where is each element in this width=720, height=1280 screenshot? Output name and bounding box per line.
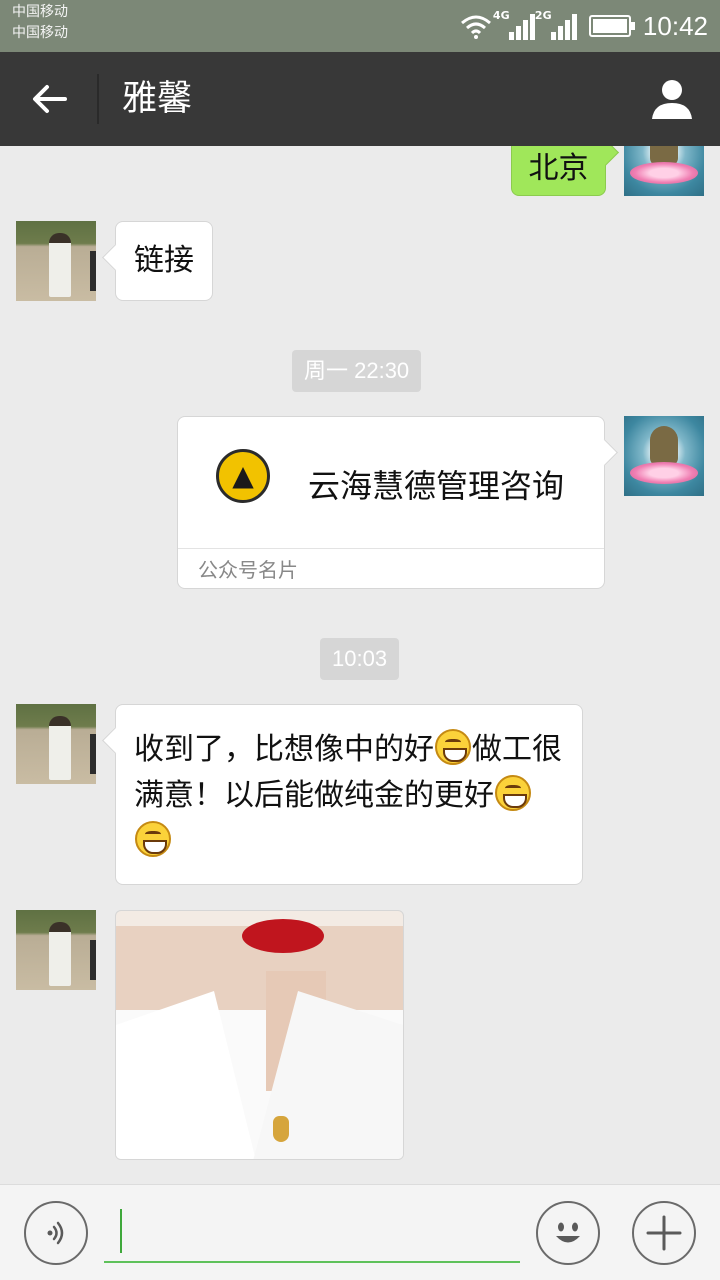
plus-icon [646, 1215, 682, 1251]
network-type-2: 2G [534, 9, 552, 22]
message-text: 收到了，比想像中的好 [134, 732, 434, 767]
received-photo[interactable] [115, 910, 404, 1160]
business-card-bubble[interactable]: ▲ 云海慧德管理咨询 公众号名片 [177, 416, 605, 589]
emoji-button[interactable] [536, 1201, 600, 1265]
contact-avatar[interactable] [16, 910, 96, 990]
status-bar: 中国移动 中国移动 4G 2G 10:42 [0, 0, 720, 52]
back-button[interactable] [20, 70, 78, 128]
carrier-info: 中国移动 中国移动 [12, 2, 68, 44]
status-icons: 4G 2G 10:42 [459, 0, 708, 52]
grin-emoji-icon [135, 821, 171, 857]
carrier-name-2: 中国移动 [12, 25, 68, 41]
own-avatar[interactable] [624, 416, 704, 496]
received-message-bubble[interactable]: 链接 [115, 221, 213, 301]
smiley-icon [556, 1222, 580, 1243]
company-logo: ▲ [216, 449, 270, 503]
chat-title: 雅馨 [122, 79, 193, 119]
card-type-label: 公众号名片 [178, 548, 604, 590]
photo-lips [242, 919, 324, 953]
grin-emoji-icon [495, 775, 531, 811]
person-icon [652, 80, 692, 119]
wifi-icon [460, 15, 491, 39]
nav-bar: 雅馨 [0, 52, 720, 146]
timestamp: 10:03 [320, 638, 400, 680]
battery-icon [588, 15, 635, 37]
received-message-bubble[interactable]: 收到了，比想像中的好 做工很满意！以后能做纯金的更好 [115, 704, 583, 885]
chat-area[interactable]: 北京 链接 周一 22:30 ▲ 云海慧德管理咨询 公众号名片 10:03 收到… [0, 146, 720, 1184]
more-button[interactable] [632, 1201, 696, 1265]
text-caret [120, 1209, 122, 1253]
card-account-name: 云海慧德管理咨询 [308, 467, 565, 505]
profile-button[interactable] [642, 70, 702, 128]
own-message-bubble[interactable]: 北京 [511, 146, 606, 196]
signal-4g-icon: 4G [493, 9, 535, 40]
voice-icon [47, 1221, 64, 1245]
arrow-left-icon [33, 85, 67, 113]
message-text: 北京 [528, 151, 589, 186]
timestamp: 周一 22:30 [292, 350, 422, 392]
message-input[interactable] [104, 1203, 520, 1263]
contact-avatar[interactable] [16, 704, 96, 784]
message-text: 链接 [134, 243, 194, 278]
card-body: ▲ 云海慧德管理咨询 [178, 417, 604, 547]
input-bar [0, 1184, 720, 1280]
signal-2g-icon: 2G [535, 9, 577, 40]
own-avatar[interactable] [624, 146, 704, 196]
photo-pendant [273, 1116, 289, 1142]
clock: 10:42 [642, 10, 708, 41]
carrier-name-1: 中国移动 [12, 4, 68, 20]
voice-button[interactable] [24, 1201, 88, 1265]
network-type-1: 4G [492, 9, 510, 22]
contact-avatar[interactable] [16, 221, 96, 301]
grin-emoji-icon [435, 729, 471, 765]
nav-divider [97, 74, 99, 124]
